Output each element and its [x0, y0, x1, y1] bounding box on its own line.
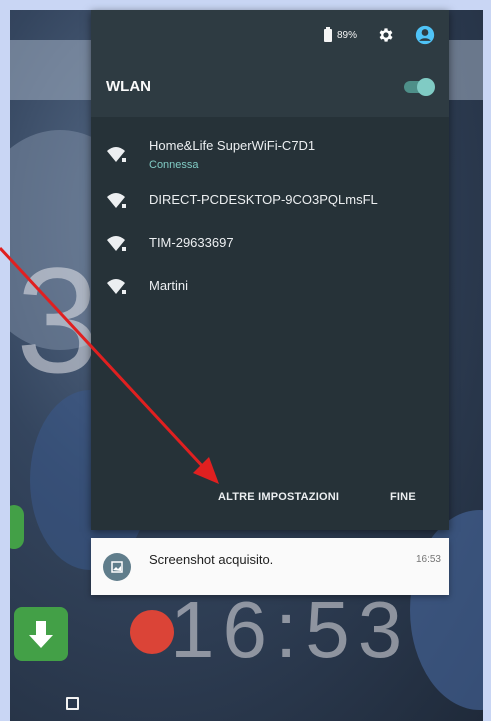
- done-button[interactable]: FINE: [390, 491, 416, 503]
- network-name: Home&Life SuperWiFi-C7D1: [149, 138, 316, 153]
- more-settings-button[interactable]: ALTRE IMPOSTAZIONI: [218, 491, 339, 503]
- home-clock-text: 16:53: [170, 585, 411, 674]
- image-icon: [111, 561, 123, 573]
- recents-square-icon[interactable]: [66, 697, 79, 710]
- download-app-icon[interactable]: [14, 607, 68, 661]
- wifi-locked-icon: [107, 236, 127, 251]
- network-name: Martini: [149, 278, 189, 293]
- status-row: 89%: [323, 25, 435, 45]
- network-item[interactable]: Martini: [91, 276, 449, 316]
- network-item[interactable]: DIRECT-PCDESKTOP-9CO3PQLmsFL: [91, 190, 449, 230]
- battery-icon: [323, 26, 332, 42]
- toggle-thumb: [417, 78, 435, 96]
- network-status: Connessa: [149, 159, 199, 171]
- screenshot-notification[interactable]: Screenshot acquisito. 16:53: [91, 538, 449, 595]
- network-name: TIM-29633697: [149, 235, 234, 250]
- wlan-toggle[interactable]: [404, 78, 435, 96]
- wifi-locked-icon: [107, 279, 127, 294]
- notification-avatar: [103, 553, 131, 581]
- home-clock-digit: 3: [16, 236, 100, 404]
- wlan-quick-settings-panel: 89% WLAN Home&Life SuperWiFi-C7D1 Connes…: [91, 10, 449, 530]
- gear-icon[interactable]: [377, 26, 395, 44]
- battery-indicator: 89%: [323, 26, 357, 42]
- notification-title: Screenshot acquisito.: [149, 552, 274, 567]
- wifi-locked-icon: [107, 193, 127, 208]
- battery-percentage: 89%: [336, 29, 357, 41]
- chrome-app-icon[interactable]: [130, 610, 174, 654]
- panel-header: 89% WLAN: [91, 10, 449, 117]
- user-account-icon[interactable]: [415, 25, 435, 45]
- app-icon-partial[interactable]: [10, 505, 24, 549]
- network-item[interactable]: TIM-29633697: [91, 233, 449, 273]
- network-item[interactable]: Home&Life SuperWiFi-C7D1 Connessa: [91, 138, 449, 178]
- panel-title: WLAN: [106, 78, 151, 95]
- network-name: DIRECT-PCDESKTOP-9CO3PQLmsFL: [149, 192, 378, 207]
- wifi-locked-icon: [107, 147, 127, 162]
- notification-time: 16:53: [415, 554, 441, 565]
